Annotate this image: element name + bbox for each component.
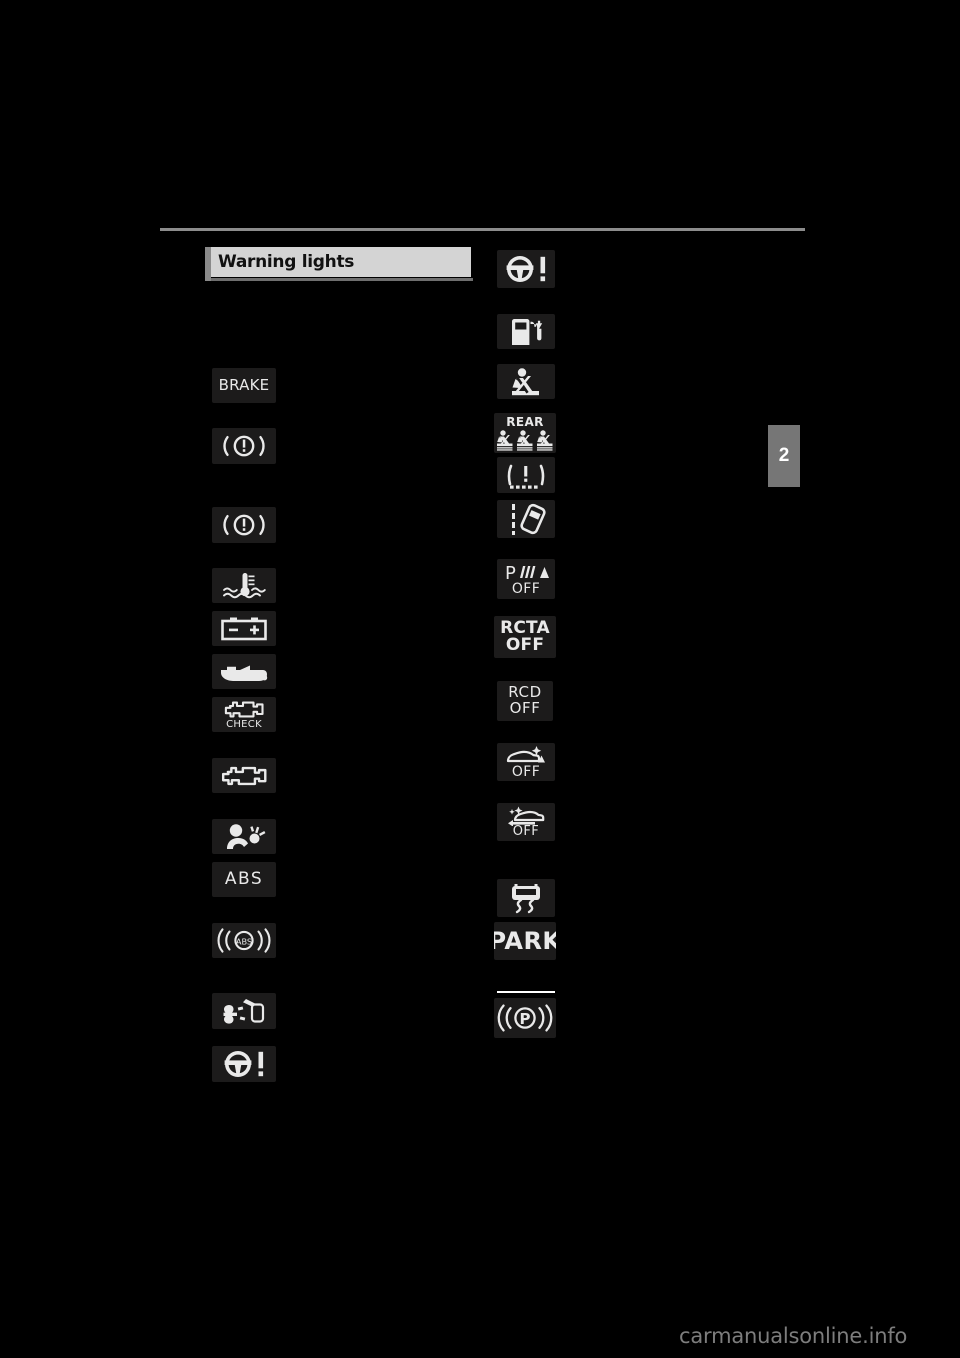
srs-airbag-icon [227,823,266,849]
engine-icon [221,766,267,785]
tile-engine-coolant-temperature-warning [212,568,276,603]
page-title: Warning lights [218,252,355,272]
watermark: carmanualsonline.info [679,1324,908,1348]
seat-belt-icon [511,367,539,395]
rcd-off-label: OFF [509,699,541,717]
off-label: OFF [511,580,541,597]
check-label: CHECK [226,718,262,730]
engine-check-icon [224,701,264,717]
off-label: OFF [512,823,540,839]
rear-seat-belts-icon [497,429,553,451]
tile-vsc-off-indicator [497,879,555,917]
brake-circle-exclamation-icon [223,514,265,536]
brake-label: BRAKE [218,376,270,394]
tile-malfunction-indicator-lamp [212,758,276,793]
header-rule [160,228,805,231]
park-label: PARK [494,927,556,955]
tile-electric-power-steering-warning-right [497,250,555,288]
abs-inner-label: ABS [236,936,252,946]
tile-charging-system-warning [212,611,276,646]
manual-page: 2 Warning lights BRAKE CHECK ABS ABS REA… [0,0,960,1358]
brake-circle-exclamation-icon [223,435,265,457]
tile-low-fuel-level-warning [497,314,555,349]
tile-rcd-off-indicator: RCD OFF [497,681,553,721]
tile-pcs-warning-off-indicator: OFF [497,743,555,781]
tile-lane-departure-alert-warning [497,500,555,538]
tile-low-engine-oil-pressure-warning [212,654,276,689]
tile-brake-system-warning-text: BRAKE [212,368,276,403]
pcs-off-icon [506,745,545,762]
tile-brake-assist-warning: ABS [212,923,276,958]
tile-abs-warning-text: ABS [212,862,276,897]
tile-brake-system-warning-symbol-2 [212,507,276,543]
p-letter-label: P [520,1010,531,1028]
tile-driver-seat-belt-reminder [497,364,555,399]
rcta-off-label: OFF [505,635,545,655]
coolant-temperature-icon [223,572,266,598]
tile-rcta-off-indicator: RCTA OFF [494,616,556,658]
steering-wheel-exclamation-icon [506,256,546,282]
fuel-pump-icon [512,318,543,345]
tile-malfunction-indicator-check: CHECK [212,697,276,732]
svg-text:P: P [505,563,516,582]
rear-label: REAR [506,414,544,429]
off-label: OFF [511,763,541,780]
tile-parking-brake-indicator: P [494,998,556,1038]
tile-rear-passenger-seat-belt-reminder: REAR [494,413,556,453]
tile-lda-off-indicator: OFF [497,803,555,841]
tile-brake-system-warning-symbol [212,428,276,464]
chapter-tab: 2 [768,425,800,487]
abs-circle-waves-icon: ABS [217,928,271,953]
tile-parking-assist-off-indicator: P OFF [497,559,555,599]
battery-icon [221,617,267,640]
vsc-skid-car-icon [512,884,540,914]
section-title-bar: Warning lights [205,247,473,281]
abs-label: ABS [224,869,264,889]
lda-off-icon [508,806,545,826]
steering-wheel-exclamation-icon [224,1051,264,1077]
tile-slip-indicator-warning [212,993,276,1029]
tile-tire-pressure-warning [497,457,555,493]
tile-divider-rule [497,991,555,993]
oil-can-icon [221,665,268,681]
parking-sonar-off-icon: P [505,563,549,582]
tire-pressure-icon [507,464,545,489]
slip-skid-icon [223,999,265,1024]
tile-electric-power-steering-warning [212,1046,276,1082]
tile-srs-airbag-warning [212,819,276,854]
lane-departure-icon [512,503,546,535]
parking-brake-p-icon: P [497,1004,553,1032]
tile-park-indicator: PARK [494,922,556,960]
